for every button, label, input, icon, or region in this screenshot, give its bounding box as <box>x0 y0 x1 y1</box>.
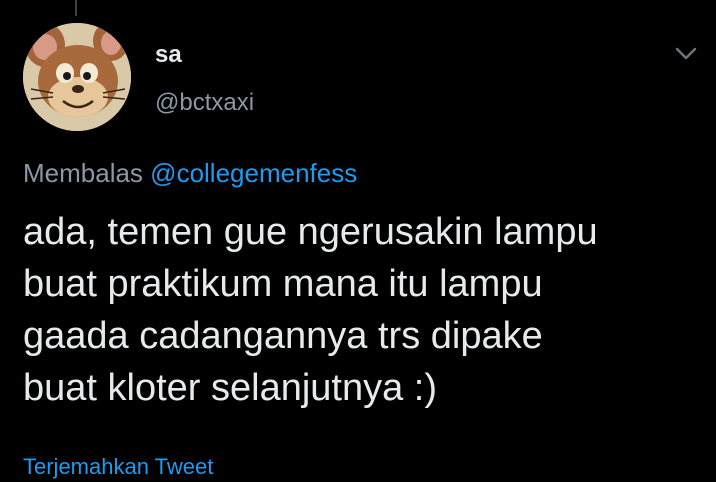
reply-prefix: Membalas <box>23 158 143 188</box>
more-options-button[interactable] <box>668 36 704 72</box>
reply-mention-link[interactable]: @collegemenfess <box>150 158 357 188</box>
cartoon-mouse-avatar-icon <box>23 23 131 131</box>
display-name[interactable]: sa <box>155 40 182 70</box>
user-handle[interactable]: @bctxaxi <box>155 88 254 118</box>
avatar[interactable] <box>23 23 131 131</box>
reply-context: Membalas @collegemenfess <box>23 157 357 189</box>
translate-tweet-link[interactable]: Terjemahkan Tweet <box>23 452 213 482</box>
tweet-text: ada, temen gue ngerusakin lampu buat pra… <box>23 211 598 409</box>
thread-connector-line <box>75 0 77 16</box>
chevron-down-icon <box>675 47 697 60</box>
